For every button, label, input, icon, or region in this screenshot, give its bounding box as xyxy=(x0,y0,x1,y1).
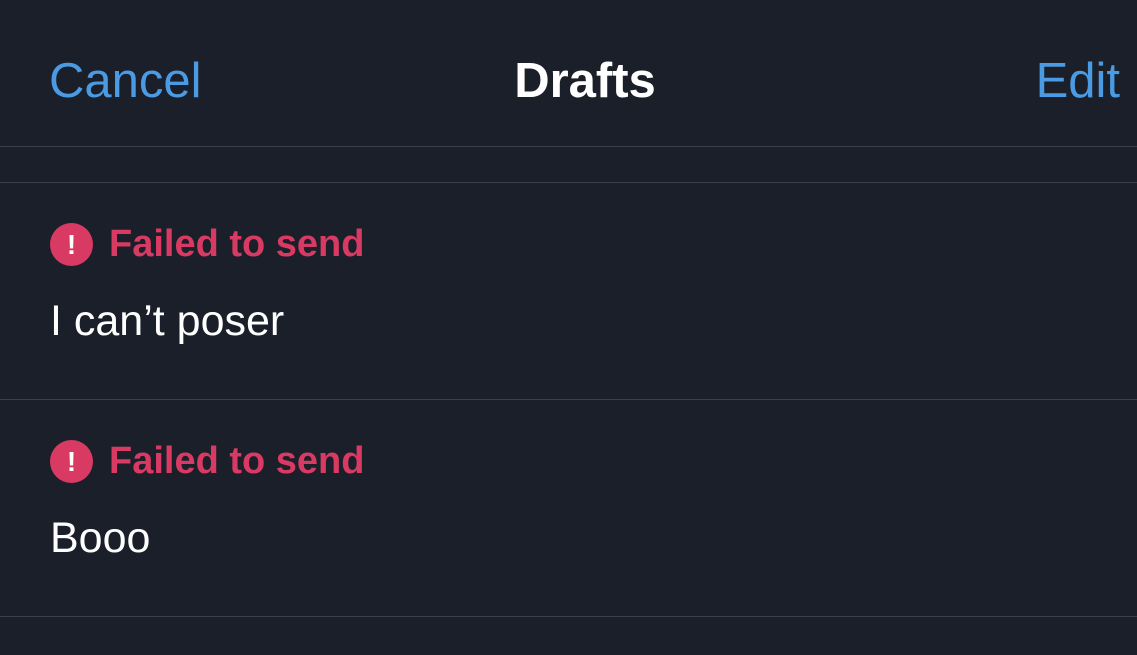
page-title: Drafts xyxy=(514,54,656,108)
drafts-screen: Cancel Drafts Edit ! Failed to send I ca… xyxy=(0,0,1137,655)
draft-item[interactable]: ! Failed to send Booo xyxy=(0,400,1137,617)
draft-status: ! Failed to send xyxy=(50,439,364,483)
draft-text: Booo xyxy=(50,514,151,562)
draft-item[interactable]: ! Failed to send I can’t poser xyxy=(0,183,1137,400)
navigation-bar: Cancel Drafts Edit xyxy=(0,0,1137,147)
alert-icon: ! xyxy=(50,222,93,266)
status-text: Failed to send xyxy=(109,223,365,265)
status-text: Failed to send xyxy=(109,440,365,482)
drafts-list: ! Failed to send I can’t poser ! Failed … xyxy=(0,182,1137,617)
draft-status: ! Failed to send xyxy=(50,222,364,266)
alert-icon: ! xyxy=(50,439,93,483)
edit-button[interactable]: Edit xyxy=(1036,52,1120,110)
draft-text: I can’t poser xyxy=(50,297,285,345)
